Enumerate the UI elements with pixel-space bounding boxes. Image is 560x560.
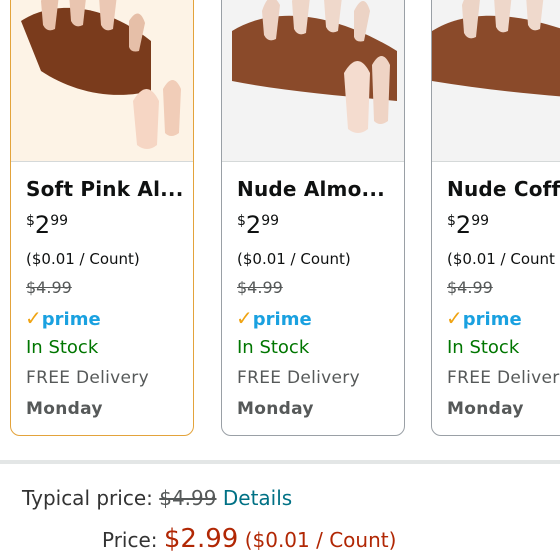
delivery-label: FREE Delivery — [26, 368, 149, 388]
price-whole: 2 — [245, 211, 262, 239]
stock-status: In Stock — [26, 337, 99, 358]
prime-check-icon: ✓ — [236, 306, 253, 330]
delivery-label: FREE Deliver — [447, 368, 560, 388]
product-image[interactable] — [222, 0, 404, 161]
price-whole: 2 — [34, 211, 51, 239]
delivery-label: FREE Delivery — [237, 368, 360, 388]
delivery-day: Monday — [447, 399, 524, 419]
prime-badge: ✓prime — [236, 306, 312, 330]
price-whole: 2 — [455, 211, 472, 239]
list-price: $4.99 — [447, 278, 493, 297]
unit-price: ($0.01 / Count — [447, 250, 555, 268]
card-divider — [11, 161, 193, 162]
product-price: $299 — [237, 211, 279, 241]
product-title[interactable]: Soft Pink Al... — [26, 177, 186, 201]
card-divider — [222, 161, 404, 162]
price-value: $2.99 — [163, 524, 239, 554]
product-card[interactable]: Nude Almo... $299 ($0.01 / Count) $4.99 … — [221, 0, 405, 436]
product-price: $299 — [26, 211, 68, 241]
product-price: $299 — [447, 211, 489, 241]
stock-status: In Stock — [447, 337, 520, 358]
price-unit: ($0.01 / Count) — [244, 528, 397, 552]
product-card[interactable]: Soft Pink Al... $299 ($0.01 / Count) $4.… — [10, 0, 194, 436]
list-price: $4.99 — [26, 278, 72, 297]
price-fraction: 99 — [471, 213, 490, 229]
product-title[interactable]: Nude Coffi — [447, 177, 560, 201]
unit-price: ($0.01 / Count) — [26, 250, 140, 268]
unit-price: ($0.01 / Count) — [237, 250, 351, 268]
delivery-day: Monday — [237, 399, 314, 419]
prime-label: prime — [41, 309, 101, 330]
price-fraction: 99 — [261, 213, 280, 229]
prime-badge: ✓prime — [25, 306, 101, 330]
card-divider — [432, 161, 560, 162]
price-symbol: $ — [26, 213, 35, 229]
price-symbol: $ — [237, 213, 246, 229]
stock-status: In Stock — [237, 337, 310, 358]
prime-check-icon: ✓ — [25, 306, 42, 330]
typical-price-value: $4.99 — [159, 486, 217, 510]
price-symbol: $ — [447, 213, 456, 229]
prime-label: prime — [462, 309, 522, 330]
typical-price-row: Typical price: $4.99 Details — [22, 486, 292, 510]
price-row: Price: $2.99 ($0.01 / Count) — [102, 524, 396, 554]
similar-products-carousel: Soft Pink Al... $299 ($0.01 / Count) $4.… — [0, 0, 560, 460]
product-image[interactable] — [432, 0, 560, 161]
prime-label: prime — [252, 309, 312, 330]
product-image[interactable] — [11, 0, 193, 161]
product-card[interactable]: Nude Coffi $299 ($0.01 / Count $4.99 ✓pr… — [431, 0, 560, 436]
section-divider — [0, 460, 560, 464]
list-price: $4.99 — [237, 278, 283, 297]
prime-badge: ✓prime — [446, 306, 522, 330]
details-link[interactable]: Details — [223, 486, 292, 510]
typical-price-label: Typical price: — [22, 486, 153, 510]
price-fraction: 99 — [50, 213, 69, 229]
delivery-day: Monday — [26, 399, 103, 419]
prime-check-icon: ✓ — [446, 306, 463, 330]
price-label: Price: — [102, 528, 158, 552]
product-title[interactable]: Nude Almo... — [237, 177, 397, 201]
